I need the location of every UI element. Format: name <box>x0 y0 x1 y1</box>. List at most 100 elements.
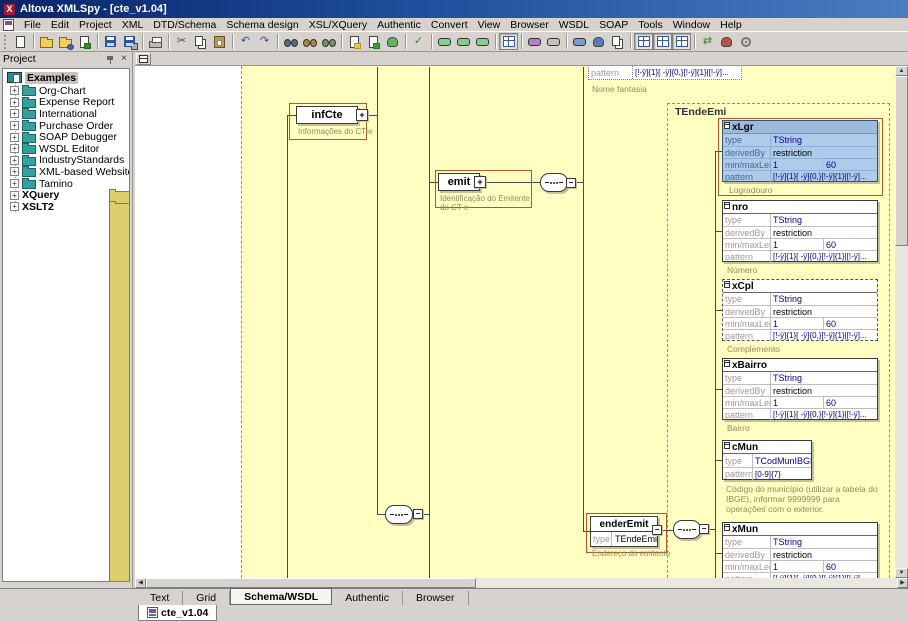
facet-value-min[interactable]: 1 <box>771 159 824 170</box>
check-well-formedness-button[interactable] <box>345 33 364 50</box>
pin-icon[interactable] <box>106 55 115 64</box>
menu-xsl-xquery[interactable]: XSL/XQuery <box>304 18 372 32</box>
insert-attribute-button[interactable] <box>570 33 589 50</box>
expand-icon[interactable]: + <box>474 176 486 188</box>
menu-edit[interactable]: Edit <box>46 18 74 32</box>
open-url-button[interactable] <box>56 33 75 50</box>
expand-icon[interactable]: + <box>356 109 368 121</box>
sequence-compositor[interactable] <box>673 520 701 539</box>
show-globals-button[interactable] <box>136 53 151 65</box>
reload-document-button[interactable] <box>75 33 94 50</box>
facet-value[interactable]: [!-ÿ]{1}[ -ÿ]{0,}[!-ÿ]{1}|[!-ÿ]... <box>771 251 877 262</box>
schema-settings-button[interactable] <box>672 33 691 50</box>
project-item-soap-debugger[interactable]: +SOAP Debugger <box>3 131 129 143</box>
facet-value[interactable]: TString <box>771 293 877 305</box>
view-tab-text[interactable]: Text <box>137 591 183 605</box>
menu-wsdl[interactable]: WSDL <box>554 18 594 32</box>
validate-button[interactable] <box>364 33 383 50</box>
sequence-compositor[interactable] <box>385 505 413 524</box>
facet-value[interactable]: TString <box>771 372 877 384</box>
view-tab-schema-wsdl[interactable]: Schema/WSDL <box>230 588 332 605</box>
expand-icon[interactable]: − <box>566 178 576 188</box>
close-icon[interactable]: × <box>119 54 129 64</box>
menu-tools[interactable]: Tools <box>633 18 668 32</box>
project-item-international[interactable]: +International <box>3 108 129 120</box>
schema-element-button[interactable] <box>525 33 544 50</box>
facet-value[interactable]: [0-9]{7} <box>753 468 811 480</box>
sequence-compositor[interactable] <box>540 173 568 192</box>
facet-value[interactable]: restriction <box>771 385 877 396</box>
view-tab-browser[interactable]: Browser <box>403 591 469 605</box>
expander-icon[interactable]: + <box>10 202 19 211</box>
project-item-tamino[interactable]: +Tamino <box>3 178 129 190</box>
project-item-xslt2[interactable]: +XSLT2 <box>3 201 129 213</box>
copy-button[interactable] <box>191 33 210 50</box>
menu-xml[interactable]: XML <box>117 18 149 32</box>
expander-icon[interactable]: + <box>10 86 19 95</box>
scrollbar-thumb[interactable] <box>146 578 476 588</box>
project-item-expense-report[interactable]: +Expense Report <box>3 97 129 109</box>
paste-button[interactable] <box>210 33 229 50</box>
append-element-button[interactable] <box>435 33 454 50</box>
expand-icon[interactable]: − <box>413 509 423 519</box>
find-button[interactable] <box>281 33 300 50</box>
display-all-globals-button[interactable] <box>634 33 653 50</box>
element-nro[interactable]: nro typeTStringderivedByrestrictionmin/m… <box>722 200 878 262</box>
facet-value[interactable]: TString <box>771 536 877 548</box>
menu-browser[interactable]: Browser <box>505 18 554 32</box>
element-infCte[interactable]: infCte <box>296 106 358 124</box>
facet-value-max[interactable]: 60 <box>824 397 877 408</box>
new-document-button[interactable] <box>11 33 30 50</box>
cut-button[interactable]: ✂ <box>172 33 191 50</box>
grid-view-button[interactable] <box>499 33 518 50</box>
facet-value[interactable]: [!-ÿ]{1}[ -ÿ]{0,}[!-ÿ]{1}|[!-ÿ]... <box>633 66 741 79</box>
element-cMun[interactable]: cMun typeTCodMunIBGEpattern[0-9]{7} <box>722 440 812 480</box>
database-import-button[interactable] <box>717 33 736 50</box>
element-enderEmit[interactable]: enderEmit type TEndeEmi <box>590 516 658 547</box>
facet-value[interactable]: TCodMunIBGE <box>753 454 811 467</box>
element-xBairro[interactable]: xBairro typeTStringderivedByrestrictionm… <box>722 358 878 420</box>
scroll-down-button[interactable]: ▼ <box>895 568 908 578</box>
expander-icon[interactable]: + <box>10 98 19 107</box>
menu-schema-design[interactable]: Schema design <box>221 18 303 32</box>
menu-window[interactable]: Window <box>668 18 715 32</box>
document-menu-icon[interactable] <box>3 19 14 31</box>
options-button[interactable] <box>736 33 755 50</box>
save-all-button[interactable] <box>120 33 139 50</box>
expand-icon[interactable]: − <box>652 525 662 535</box>
facet-value[interactable]: [!-ÿ]{1}[ -ÿ]{0,}[!-ÿ]{1}|[!-ÿ]... <box>771 171 877 182</box>
undo-button[interactable]: ↶ <box>236 33 255 50</box>
expander-icon[interactable]: + <box>10 167 19 176</box>
facet-value-min[interactable]: 1 <box>771 561 824 572</box>
facet-value[interactable]: [!-ÿ]{1}[ -ÿ]{0,}[!-ÿ]{1}|[!-ÿ]... <box>771 409 877 420</box>
menu-soap[interactable]: SOAP <box>594 18 633 32</box>
menu-file[interactable]: File <box>19 18 46 32</box>
facet-value[interactable]: restriction <box>771 147 877 158</box>
element-xLgr[interactable]: xLgr typeTStringderivedByrestrictionmin/… <box>722 120 878 182</box>
assign-schema-button[interactable] <box>383 33 402 50</box>
facet-value-min[interactable]: 1 <box>771 239 824 250</box>
expander-icon[interactable]: + <box>10 121 19 130</box>
facet-value[interactable]: TString <box>771 214 877 226</box>
type-value[interactable]: TEndeEmi <box>612 532 657 546</box>
save-button[interactable] <box>101 33 120 50</box>
facet-value-max[interactable]: 60 <box>824 159 877 170</box>
facet-value[interactable]: TString <box>771 134 877 146</box>
expander-icon[interactable]: + <box>10 109 19 118</box>
facet-value-max[interactable]: 60 <box>824 561 877 572</box>
facet-value-min[interactable]: 1 <box>771 397 824 408</box>
toolbar-grip[interactable] <box>4 35 7 49</box>
facet-value[interactable]: restriction <box>771 549 877 560</box>
project-item-xml-based-website[interactable]: +XML-based Website <box>3 166 129 178</box>
project-item-wsdl-editor[interactable]: +WSDL Editor <box>3 143 129 155</box>
project-root[interactable]: Examples <box>3 71 129 84</box>
add-child-element-button[interactable] <box>473 33 492 50</box>
view-tab-authentic[interactable]: Authentic <box>332 591 403 605</box>
scroll-up-button[interactable]: ▲ <box>895 66 908 76</box>
facet-value[interactable]: [!-ÿ]{1}[ -ÿ]{0,}[!-ÿ]{1}|[!-ÿ]... <box>771 330 877 341</box>
copy-xpath-button[interactable] <box>608 33 627 50</box>
facet-value[interactable]: restriction <box>771 306 877 317</box>
schema-element-disabled-button[interactable] <box>544 33 563 50</box>
project-item-purchase-order[interactable]: +Purchase Order <box>3 120 129 132</box>
assign-xsl-button[interactable] <box>589 33 608 50</box>
